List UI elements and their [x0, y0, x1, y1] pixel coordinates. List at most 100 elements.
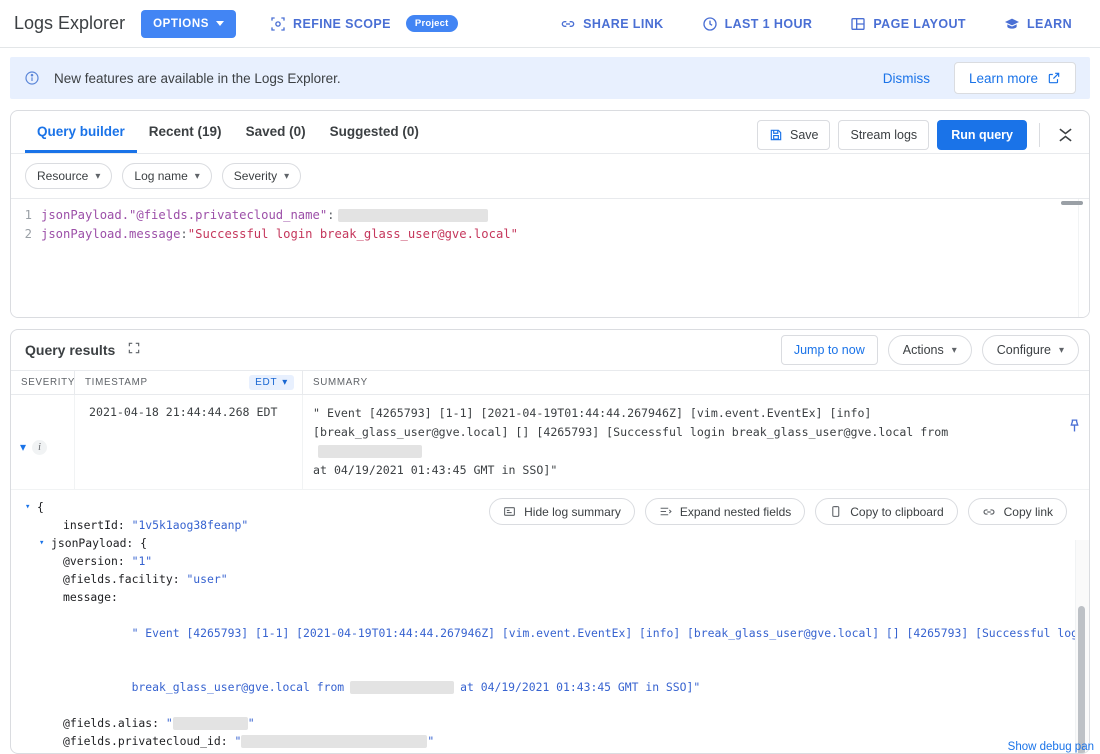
json-line-privatecloud-name: @fields.privatecloud_name: "" — [25, 750, 1075, 753]
refine-scope-label: REFINE SCOPE — [293, 16, 391, 31]
json-value-version: "1" — [131, 554, 153, 568]
filter-resource[interactable]: Resource ▾ — [25, 163, 113, 189]
query-tabs: Query builder Recent (19) Saved (0) Sugg… — [11, 111, 1089, 154]
app-header: Logs Explorer OPTIONS REFINE SCOPE Proje… — [0, 0, 1100, 48]
json-line-alias: @fields.alias: " " — [25, 714, 1075, 732]
hide-log-summary-label: Hide log summary — [524, 504, 621, 519]
learn-button[interactable]: LEARN — [996, 11, 1080, 37]
expand-nested-fields-label: Expand nested fields — [679, 504, 792, 519]
header-actions: SHARE LINK LAST 1 HOUR PAGE LAYOUT LEARN — [552, 11, 1086, 37]
redacted-value — [241, 735, 428, 748]
column-header-severity: SEVERITY — [21, 377, 76, 388]
json-message-line-1: " Event [4265793] [1-1] [2021-04-19T01:4… — [131, 626, 1090, 640]
json-message-line-2a: break_glass_user@gve.local from — [131, 680, 345, 694]
options-button-label: OPTIONS — [153, 17, 210, 30]
refine-scope-button[interactable]: REFINE SCOPE Project — [262, 10, 465, 37]
query-editor-line-1: 1 jsonPayload."@fields.privatecloud_name… — [11, 206, 1089, 225]
chevron-down-icon: ▾ — [1058, 344, 1064, 356]
filter-severity[interactable]: Severity ▾ — [221, 163, 302, 189]
results-scrollbar-track[interactable] — [1075, 540, 1089, 753]
time-range-label: LAST 1 HOUR — [724, 16, 813, 31]
json-value-alias-quote-open: " — [165, 716, 173, 730]
query-editor[interactable]: 1 jsonPayload."@fields.privatecloud_name… — [11, 199, 1089, 317]
scope-chip: Project — [405, 15, 458, 32]
fullscreen-icon[interactable] — [127, 341, 141, 360]
collapse-triangle-icon[interactable]: ▾ — [25, 534, 44, 552]
log-entry-detail: Hide log summary Expand nested fields Co… — [11, 490, 1089, 753]
page-title: Logs Explorer — [14, 13, 126, 33]
show-debug-panel-link[interactable]: Show debug pan — [1008, 741, 1094, 753]
run-query-button[interactable]: Run query — [937, 120, 1027, 150]
share-link-button[interactable]: SHARE LINK — [552, 11, 671, 37]
chevron-down-icon: ▾ — [95, 170, 101, 182]
tab-query-builder[interactable]: Query builder — [25, 111, 137, 153]
json-line-message-value-1: " Event [4265793] [1-1] [2021-04-19T01:4… — [25, 606, 1089, 660]
json-key-privatecloud-id: @fields.privatecloud_id: — [63, 734, 228, 748]
options-button[interactable]: OPTIONS — [141, 9, 237, 38]
query-results-title: Query results — [25, 342, 116, 358]
new-features-banner: New features are available in the Logs E… — [10, 57, 1090, 99]
chevron-down-icon — [1059, 128, 1072, 135]
learn-label: LEARN — [1026, 16, 1072, 31]
chevron-down-icon: ▾ — [282, 377, 288, 388]
info-icon — [25, 71, 39, 85]
collapse-triangle-icon[interactable]: ▾ — [25, 498, 37, 516]
query-line-1-colon: : — [327, 208, 335, 222]
page-layout-button[interactable]: PAGE LAYOUT — [842, 11, 974, 37]
json-line-privatecloud-id: @fields.privatecloud_id: " " — [25, 732, 1075, 750]
chevron-down-icon: ▾ — [284, 170, 290, 182]
copy-to-clipboard-button[interactable]: Copy to clipboard — [815, 498, 958, 525]
tab-suggested[interactable]: Suggested (0) — [318, 111, 431, 153]
row-summary-line-2-text: [break_glass_user@gve.local] [] [4265793… — [313, 425, 949, 439]
link-icon — [561, 20, 575, 27]
hide-log-summary-button[interactable]: Hide log summary — [489, 498, 635, 525]
results-column-headers: SEVERITY TIMESTAMP EDT ▾ SUMMARY — [11, 370, 1089, 395]
link-icon — [983, 508, 995, 515]
pin-icon[interactable] — [1066, 418, 1083, 441]
editor-scrollbar-track[interactable] — [1061, 199, 1089, 317]
share-link-label: SHARE LINK — [583, 16, 664, 31]
table-row[interactable]: ▾ i 2021-04-18 21:44:44.268 EDT " Event … — [11, 395, 1089, 490]
dismiss-button[interactable]: Dismiss — [873, 65, 940, 92]
tab-saved[interactable]: Saved (0) — [234, 111, 318, 153]
json-key-version: @version: — [63, 554, 125, 568]
line-number: 2 — [24, 227, 32, 241]
configure-menu-button[interactable]: Configure ▾ — [981, 335, 1079, 365]
filter-log-name[interactable]: Log name ▾ — [122, 163, 212, 189]
stream-logs-button[interactable]: Stream logs — [838, 120, 930, 150]
stream-logs-label: Stream logs — [850, 128, 918, 142]
time-range-button[interactable]: LAST 1 HOUR — [694, 11, 821, 37]
editor-scrollbar-thumb[interactable] — [1061, 201, 1083, 205]
expand-nested-fields-button[interactable]: Expand nested fields — [644, 498, 806, 525]
save-disk-icon — [770, 129, 782, 141]
filter-resource-label: Resource — [37, 169, 89, 183]
banner-message: New features are available in the Logs E… — [54, 70, 341, 86]
jump-to-now-button[interactable]: Jump to now — [780, 335, 878, 365]
page-layout-label: PAGE LAYOUT — [873, 16, 966, 31]
tab-recent[interactable]: Recent (19) — [137, 111, 234, 153]
actions-menu-button[interactable]: Actions ▾ — [887, 335, 972, 365]
redacted-value — [337, 209, 488, 222]
timezone-label: EDT — [255, 377, 278, 388]
results-scrollbar-thumb[interactable] — [1078, 606, 1085, 753]
column-header-summary: SUMMARY — [302, 371, 1089, 394]
timezone-selector[interactable]: EDT ▾ — [249, 375, 294, 390]
query-line-2-key: jsonPayload.message — [41, 227, 181, 241]
line-number: 1 — [24, 208, 32, 222]
learn-more-button[interactable]: Learn more — [953, 62, 1076, 94]
expand-row-chevron-down-icon[interactable]: ▾ — [20, 440, 26, 454]
query-panel: Query builder Recent (19) Saved (0) Sugg… — [10, 110, 1090, 318]
json-value-alias-quote-close: " — [247, 716, 255, 730]
learn-more-label: Learn more — [968, 70, 1038, 86]
query-panel-actions: Save Stream logs Run query — [756, 111, 1089, 150]
query-results-panel: Query results Jump to now Actions ▾ Conf… — [10, 329, 1090, 754]
column-header-timestamp: TIMESTAMP EDT ▾ — [74, 371, 302, 394]
save-query-button[interactable]: Save — [756, 120, 831, 150]
collapse-panel-button[interactable] — [1052, 125, 1079, 145]
copy-link-button[interactable]: Copy link — [967, 498, 1067, 525]
json-key-insert-id: insertId: — [63, 518, 125, 532]
row-summary-line-2: [break_glass_user@gve.local] [] [4265793… — [313, 423, 1049, 461]
redacted-value — [172, 717, 248, 730]
chevron-down-icon: ▾ — [194, 170, 200, 182]
scope-crop-icon — [271, 16, 285, 31]
